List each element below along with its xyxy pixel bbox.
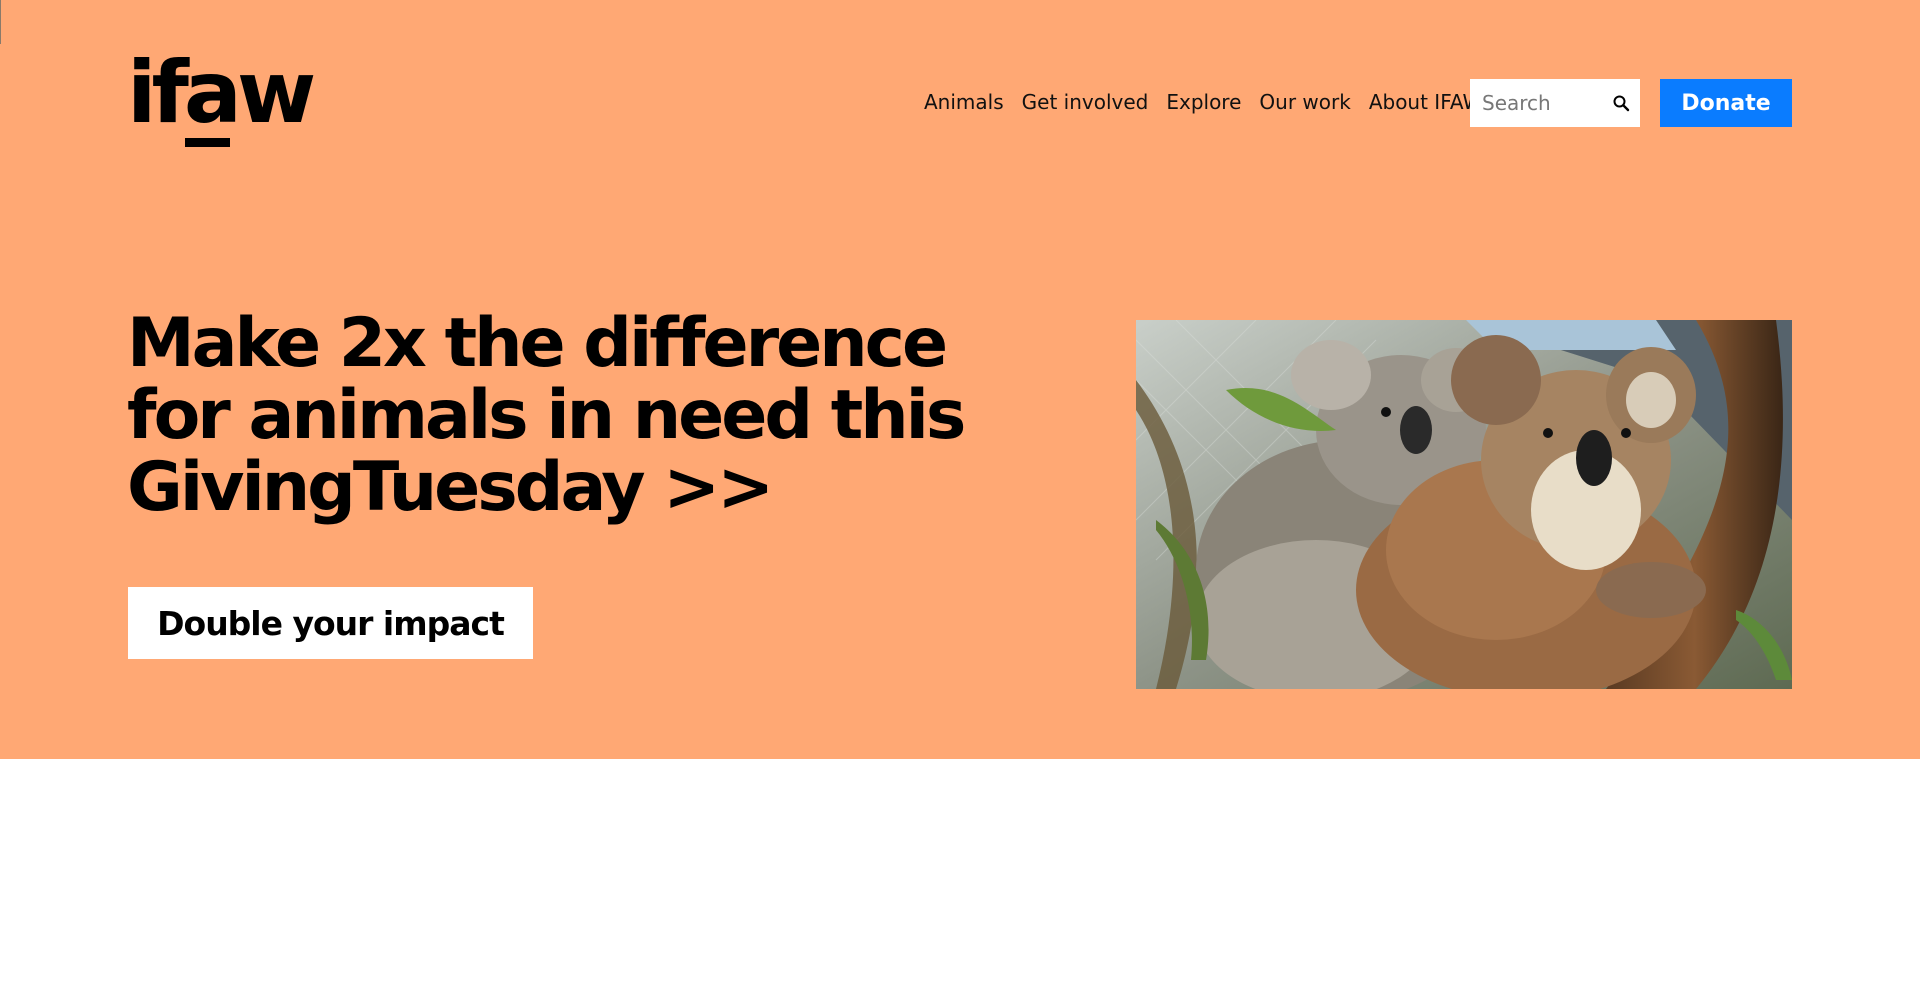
donate-button[interactable]: Donate bbox=[1660, 79, 1792, 127]
search-input[interactable] bbox=[1470, 79, 1600, 127]
ifaw-logo[interactable]: ifaw bbox=[127, 48, 316, 152]
double-impact-button[interactable]: Double your impact bbox=[128, 587, 533, 659]
search-box bbox=[1470, 79, 1640, 127]
logo-text: ifaw bbox=[127, 43, 316, 143]
hero-headline[interactable]: Make 2x the difference for animals in ne… bbox=[127, 308, 1027, 524]
edge-mark bbox=[0, 0, 1, 44]
nav-item-explore[interactable]: Explore bbox=[1157, 90, 1250, 114]
nav-item-our-work[interactable]: Our work bbox=[1250, 90, 1359, 114]
koala-image bbox=[1136, 320, 1792, 689]
search-icon[interactable] bbox=[1612, 94, 1630, 112]
nav-item-animals[interactable]: Animals bbox=[924, 90, 1013, 114]
logo-underline bbox=[185, 138, 230, 147]
hero-section: ifaw Animals Get involved Explore Our wo… bbox=[0, 0, 1920, 759]
main-nav: Animals Get involved Explore Our work Ab… bbox=[924, 82, 1491, 122]
nav-item-get-involved[interactable]: Get involved bbox=[1013, 90, 1158, 114]
